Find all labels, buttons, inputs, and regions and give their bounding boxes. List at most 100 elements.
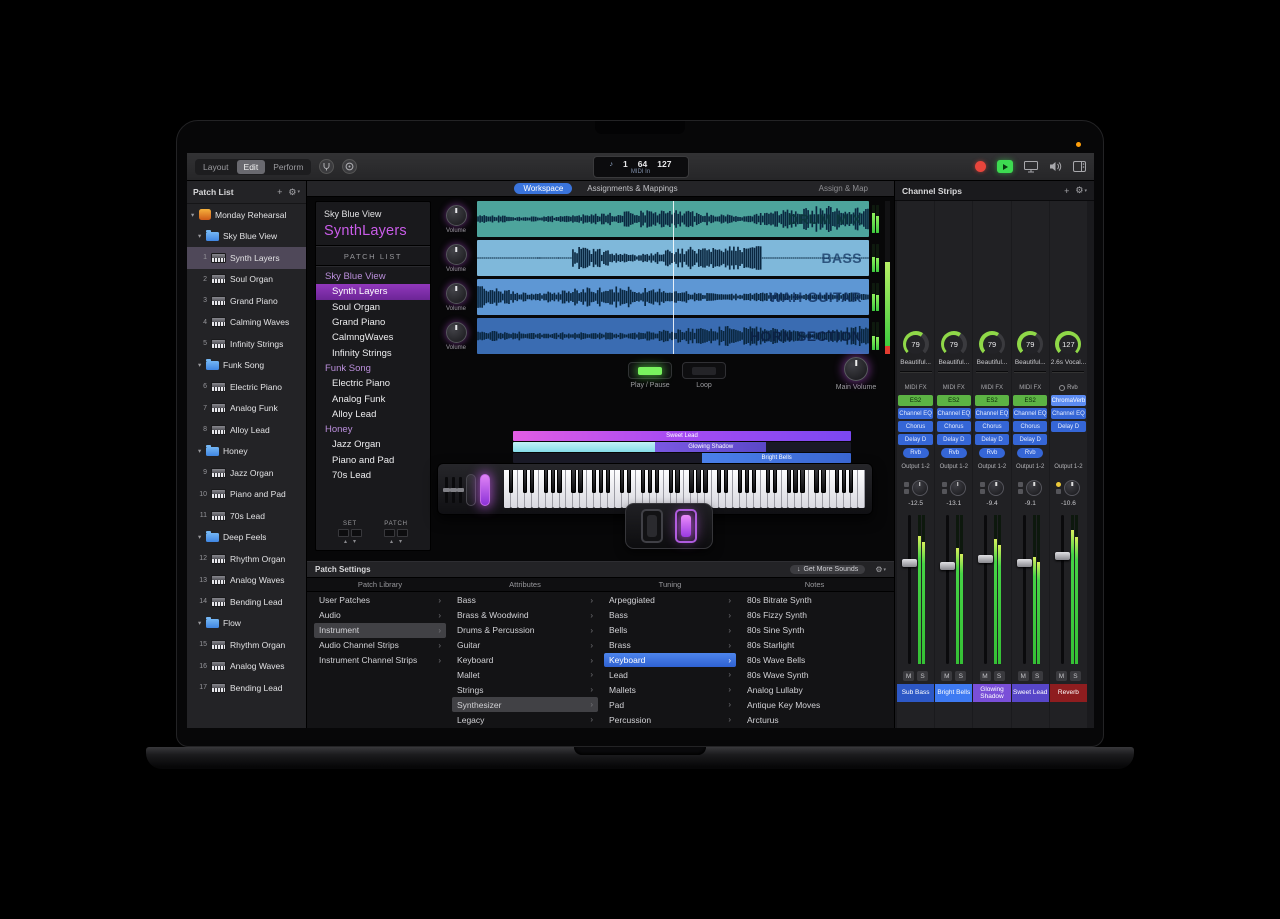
browser-item-user-patches[interactable]: User Patches›	[314, 593, 446, 608]
solo-button[interactable]: S	[1070, 671, 1081, 681]
get-more-sounds-button[interactable]: ↓ Get More Sounds	[790, 565, 865, 574]
mini-fader[interactable]	[445, 477, 448, 503]
workspace-patch-analog-funk[interactable]: Analog Funk	[316, 391, 430, 406]
browser-item-arcturus[interactable]: Arcturus	[742, 712, 887, 727]
browser-item-80s-starlight[interactable]: 80s Starlight	[742, 638, 887, 653]
piano-black-key[interactable]	[641, 470, 645, 493]
layer-glowing-shadow[interactable]: Glowing Shadow	[513, 442, 851, 452]
workspace-patch-grand-piano[interactable]: Grand Piano	[316, 315, 430, 330]
piano-black-key[interactable]	[578, 470, 582, 493]
patch-row-rhythm-organ[interactable]: 15Rhythm Organ	[187, 634, 306, 656]
piano-black-key[interactable]	[551, 470, 555, 493]
track-volume-knob[interactable]	[446, 283, 467, 304]
pitch-wheel[interactable]	[466, 474, 476, 506]
set-row-honey[interactable]: ▾Honey	[187, 441, 306, 463]
piano-black-key[interactable]	[773, 470, 777, 493]
set-row-deep-feels[interactable]: ▾Deep Feels	[187, 527, 306, 549]
insert-slot[interactable]: Channel EQ	[937, 408, 971, 419]
patch-row-synth-layers[interactable]: 1Synth Layers	[187, 247, 306, 269]
pan-knob[interactable]	[950, 480, 966, 496]
selector-box[interactable]	[351, 529, 362, 537]
browser-item-bass[interactable]: Bass›	[452, 593, 598, 608]
patch-row-jazz-organ[interactable]: 9Jazz Organ	[187, 462, 306, 484]
set-row-monday-rehearsal[interactable]: ▾Monday Rehearsal	[187, 204, 306, 226]
patch-row-analog-waves[interactable]: 16Analog Waves	[187, 656, 306, 678]
mode-button-layout[interactable]: Layout	[196, 160, 236, 174]
browser-item-80s-fizzy-synth[interactable]: 80s Fizzy Synth	[742, 608, 887, 623]
record-button[interactable]	[975, 161, 986, 172]
piano-black-key[interactable]	[530, 470, 534, 493]
output-slot[interactable]: Output 1-2	[1054, 464, 1082, 472]
patch-list-action-menu[interactable]: ⚙▾	[288, 187, 300, 198]
workspace-patch-sky-blue-view[interactable]: Sky Blue View	[316, 269, 430, 284]
lcd-display[interactable]: ♪164127 MIDI In	[593, 156, 689, 178]
activity-button[interactable]	[342, 159, 357, 174]
workspace-patch-soul-organ[interactable]: Soul Organ	[316, 300, 430, 315]
browser-item-mallets[interactable]: Mallets›	[604, 682, 736, 697]
browser-item-keyboard[interactable]: Keyboard›	[604, 653, 736, 668]
set-row-flow[interactable]: ▾Flow	[187, 613, 306, 635]
browser-item-drums-percussion[interactable]: Drums & Percussion›	[452, 623, 598, 638]
piano-black-key[interactable]	[717, 470, 721, 493]
browser-item-lead[interactable]: Lead›	[604, 667, 736, 682]
browser-item-audio-channel-strips[interactable]: Audio Channel Strips›	[314, 638, 446, 653]
midi-fx-slot[interactable]: MIDI FX	[975, 382, 1009, 393]
piano-black-key[interactable]	[689, 470, 693, 493]
piano-black-key[interactable]	[592, 470, 596, 493]
output-slot[interactable]: Output 1-2	[1016, 464, 1044, 472]
fader-thumb[interactable]	[940, 562, 955, 570]
patch-row-piano-and-pad[interactable]: 10Piano and Pad	[187, 484, 306, 506]
piano-black-key[interactable]	[523, 470, 527, 493]
insert-slot[interactable]: Delay D	[1051, 421, 1085, 432]
piano-black-key[interactable]	[655, 470, 659, 493]
tab-assignments-mappings[interactable]: Assignments & Mappings	[578, 183, 686, 195]
mini-fader[interactable]	[459, 477, 462, 503]
mute-button[interactable]: M	[903, 671, 914, 681]
fader[interactable]	[1012, 512, 1049, 667]
speaker-icon[interactable]	[1049, 161, 1062, 172]
selector-down-icon[interactable]: ▾	[353, 539, 356, 545]
track-volume-knob[interactable]	[446, 205, 467, 226]
insert-slot[interactable]: Chorus	[898, 421, 932, 432]
browser-item-bass[interactable]: Bass›	[604, 608, 736, 623]
piano-black-key[interactable]	[724, 470, 728, 493]
piano-black-key[interactable]	[599, 470, 603, 493]
set-row-funk-song[interactable]: ▾Funk Song	[187, 355, 306, 377]
browser-item-antique-key-moves[interactable]: Antique Key Moves	[742, 697, 887, 712]
insert-slot[interactable]: Channel EQ	[1013, 408, 1047, 419]
selector-up-icon[interactable]: ▴	[390, 539, 393, 545]
piano-black-key[interactable]	[571, 470, 575, 493]
playhead[interactable]	[673, 201, 674, 354]
insert-slot[interactable]: Chorus	[1013, 421, 1047, 432]
pan-knob[interactable]	[988, 480, 1004, 496]
mute-button[interactable]: M	[980, 671, 991, 681]
tab-workspace[interactable]: Workspace	[514, 183, 572, 195]
assign-map-button[interactable]: Assign & Map	[819, 184, 868, 193]
solo-button[interactable]: S	[955, 671, 966, 681]
insert-slot[interactable]: Delay D	[898, 434, 932, 445]
fader-thumb[interactable]	[978, 555, 993, 563]
patch-row-70s-lead[interactable]: 1170s Lead	[187, 505, 306, 527]
layer-bright-bells[interactable]: Bright Bells	[513, 453, 851, 463]
play-button[interactable]	[997, 160, 1013, 173]
piano-black-key[interactable]	[787, 470, 791, 493]
mode-button-edit[interactable]: Edit	[237, 160, 266, 174]
solo-button[interactable]: S	[1032, 671, 1043, 681]
selector-box[interactable]	[338, 529, 349, 537]
insert-slot[interactable]: Chorus	[975, 421, 1009, 432]
fader-thumb[interactable]	[902, 559, 917, 567]
workspace-patch-synth-layers[interactable]: Synth Layers	[316, 284, 430, 299]
strip-gain-knob[interactable]: 79	[979, 331, 1005, 357]
piano-black-key[interactable]	[669, 470, 673, 493]
browser-item-arpeggiated[interactable]: Arpeggiated›	[604, 593, 736, 608]
piano-black-key[interactable]	[793, 470, 797, 493]
add-strip-button[interactable]: +	[1064, 186, 1069, 196]
disclosure-triangle-icon[interactable]: ▾	[191, 211, 199, 219]
workspace-patch-piano-and-pad[interactable]: Piano and Pad	[316, 453, 430, 468]
browser-item-80s-sine-synth[interactable]: 80s Sine Synth	[742, 623, 887, 638]
insert-slot[interactable]: ES2	[937, 395, 971, 406]
insert-slot[interactable]: Chorus	[937, 421, 971, 432]
piano-black-key[interactable]	[696, 470, 700, 493]
selector-box[interactable]	[384, 529, 395, 537]
fader[interactable]	[973, 512, 1010, 667]
